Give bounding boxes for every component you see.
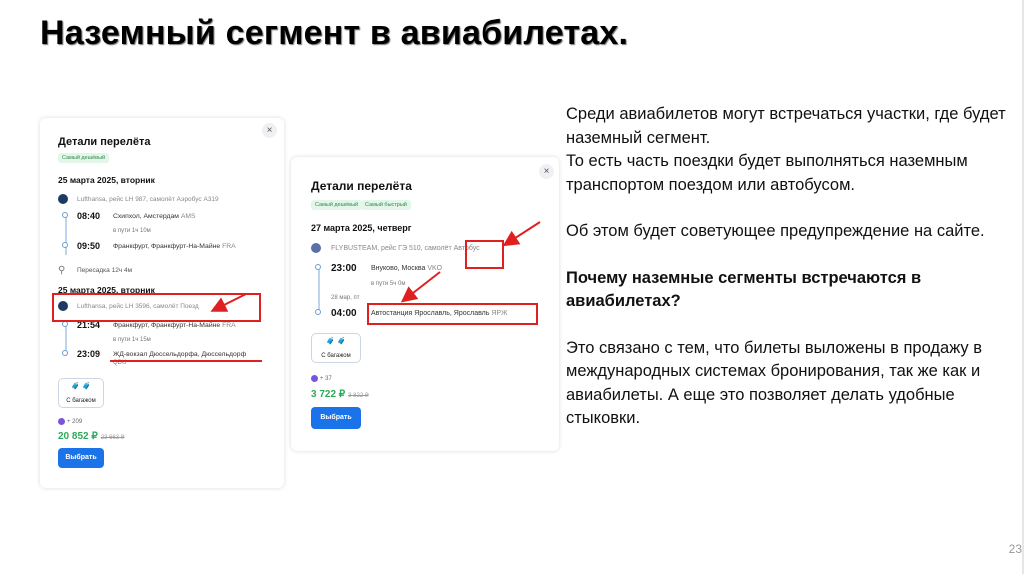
paragraph: Об этом будет советующее предупреждение … (566, 222, 985, 240)
explanation-text: Среди авиабилетов могут встречаться учас… (566, 103, 1006, 431)
paragraph: Среди авиабилетов могут встречаться учас… (566, 105, 1006, 147)
arrow-icon (210, 293, 247, 312)
arrow-icon (400, 271, 441, 303)
paragraph: Это связано с тем, что билеты выложены в… (566, 338, 983, 428)
arrow-icon (502, 221, 541, 247)
paragraph: То есть часть поездки будет выполняться … (566, 152, 968, 194)
question-heading: Почему наземные сегменты встречаются в а… (566, 268, 922, 311)
